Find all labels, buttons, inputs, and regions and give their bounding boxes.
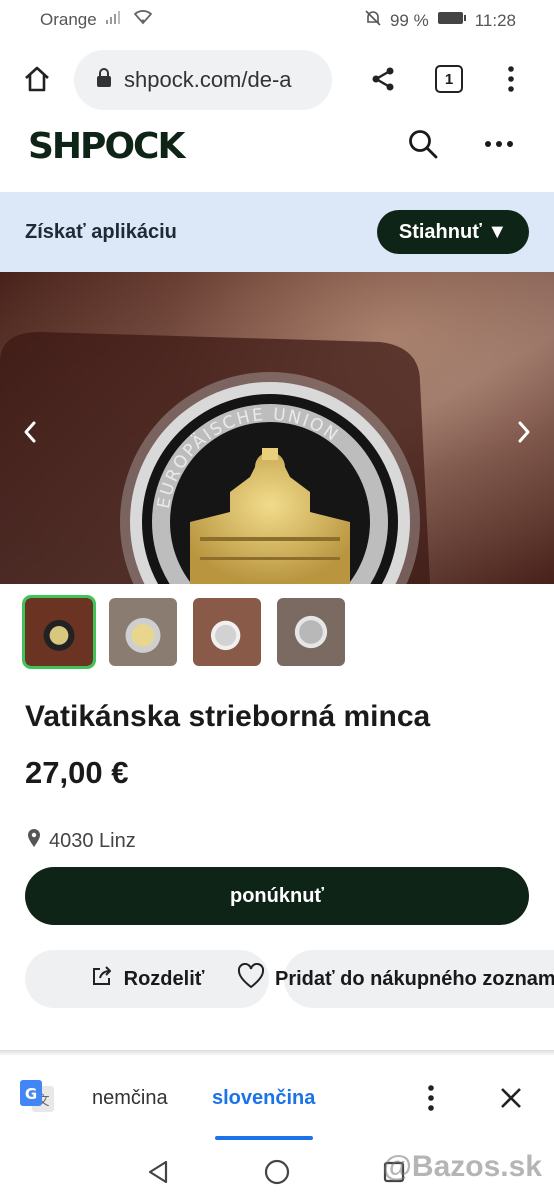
thumbnail-2[interactable]: [109, 598, 177, 666]
battery-percent: 99 %: [389, 10, 429, 30]
site-header: SHPOCK: [0, 124, 554, 192]
google-translate-icon[interactable]: 文G: [18, 1078, 56, 1123]
home-circle-icon[interactable]: [259, 1154, 295, 1190]
close-icon[interactable]: [492, 1078, 530, 1118]
source-language-tab[interactable]: nemčina: [92, 1087, 168, 1110]
previous-image-button[interactable]: [0, 402, 60, 462]
home-icon[interactable]: [14, 56, 60, 102]
translate-bar: 文G nemčina slovenčina: [0, 1056, 554, 1142]
lock-icon: [96, 67, 112, 93]
shpock-logo[interactable]: SHPOCK: [28, 126, 185, 167]
system-navigation-bar: @Bazos.sk: [0, 1142, 554, 1200]
product-title: Vatikánska strieborná minca: [25, 700, 431, 733]
tab-count: 1: [435, 65, 463, 93]
battery-icon: [437, 10, 467, 31]
location-text: 4030 Linz: [49, 829, 136, 852]
selected-language-indicator: [215, 1136, 313, 1140]
wishlist-label: Pridať do nákupného zoznamu: [275, 967, 554, 990]
product-actions: Rozdeliť Pridať do nákupného zoznamu: [25, 950, 554, 1008]
share-arrow-icon: [90, 964, 114, 994]
product-location: 4030 Linz: [27, 828, 136, 854]
get-app-text: Získať aplikáciu: [25, 221, 177, 243]
more-options-icon[interactable]: [476, 124, 522, 164]
share-button[interactable]: Rozdeliť: [25, 950, 269, 1008]
coin-photo: EUROPÄISCHE UNION: [0, 272, 554, 584]
browser-toolbar: shpock.com/de-a 1: [0, 38, 554, 124]
share-label: Rozdeliť: [123, 967, 205, 990]
target-language-tab[interactable]: slovenčina: [212, 1087, 315, 1110]
thumbnail-3[interactable]: [193, 598, 261, 666]
svg-text:G: G: [25, 1085, 37, 1103]
back-triangle-icon[interactable]: [140, 1154, 176, 1190]
status-bar: Orange 99 % 11:28: [0, 0, 554, 38]
url-text: shpock.com/de-a: [124, 67, 292, 92]
add-to-wishlist-button[interactable]: Pridať do nákupného zoznamu: [237, 950, 554, 1008]
tabs-button[interactable]: 1: [426, 56, 472, 102]
product-price: 27,00 €: [25, 755, 129, 790]
translate-menu-icon[interactable]: [414, 1078, 448, 1118]
browser-menu-icon[interactable]: [488, 56, 534, 102]
address-bar[interactable]: shpock.com/de-a: [74, 50, 332, 110]
wifi-icon: [133, 9, 153, 30]
thumbnail-1[interactable]: [22, 595, 96, 669]
product-image-carousel[interactable]: EUROPÄISCHE UNION: [0, 272, 554, 584]
thumbnail-4[interactable]: [277, 598, 345, 666]
clock: 11:28: [474, 10, 516, 30]
location-pin-icon: [27, 828, 41, 854]
carrier-name: Orange: [40, 9, 97, 29]
heart-icon: [237, 962, 265, 995]
mute-bell-icon: [364, 9, 382, 32]
image-thumbnails: [22, 595, 345, 669]
app-download-banner: Získať aplikáciu Stiahnuť ▼: [0, 192, 554, 272]
signal-icon: [105, 9, 125, 30]
download-app-button[interactable]: Stiahnuť ▼: [377, 210, 529, 254]
bazos-watermark: @Bazos.sk: [382, 1150, 542, 1183]
search-icon[interactable]: [400, 124, 446, 164]
next-image-button[interactable]: [494, 402, 554, 462]
make-offer-button[interactable]: ponúknuť: [25, 867, 529, 925]
share-icon[interactable]: [360, 56, 406, 102]
